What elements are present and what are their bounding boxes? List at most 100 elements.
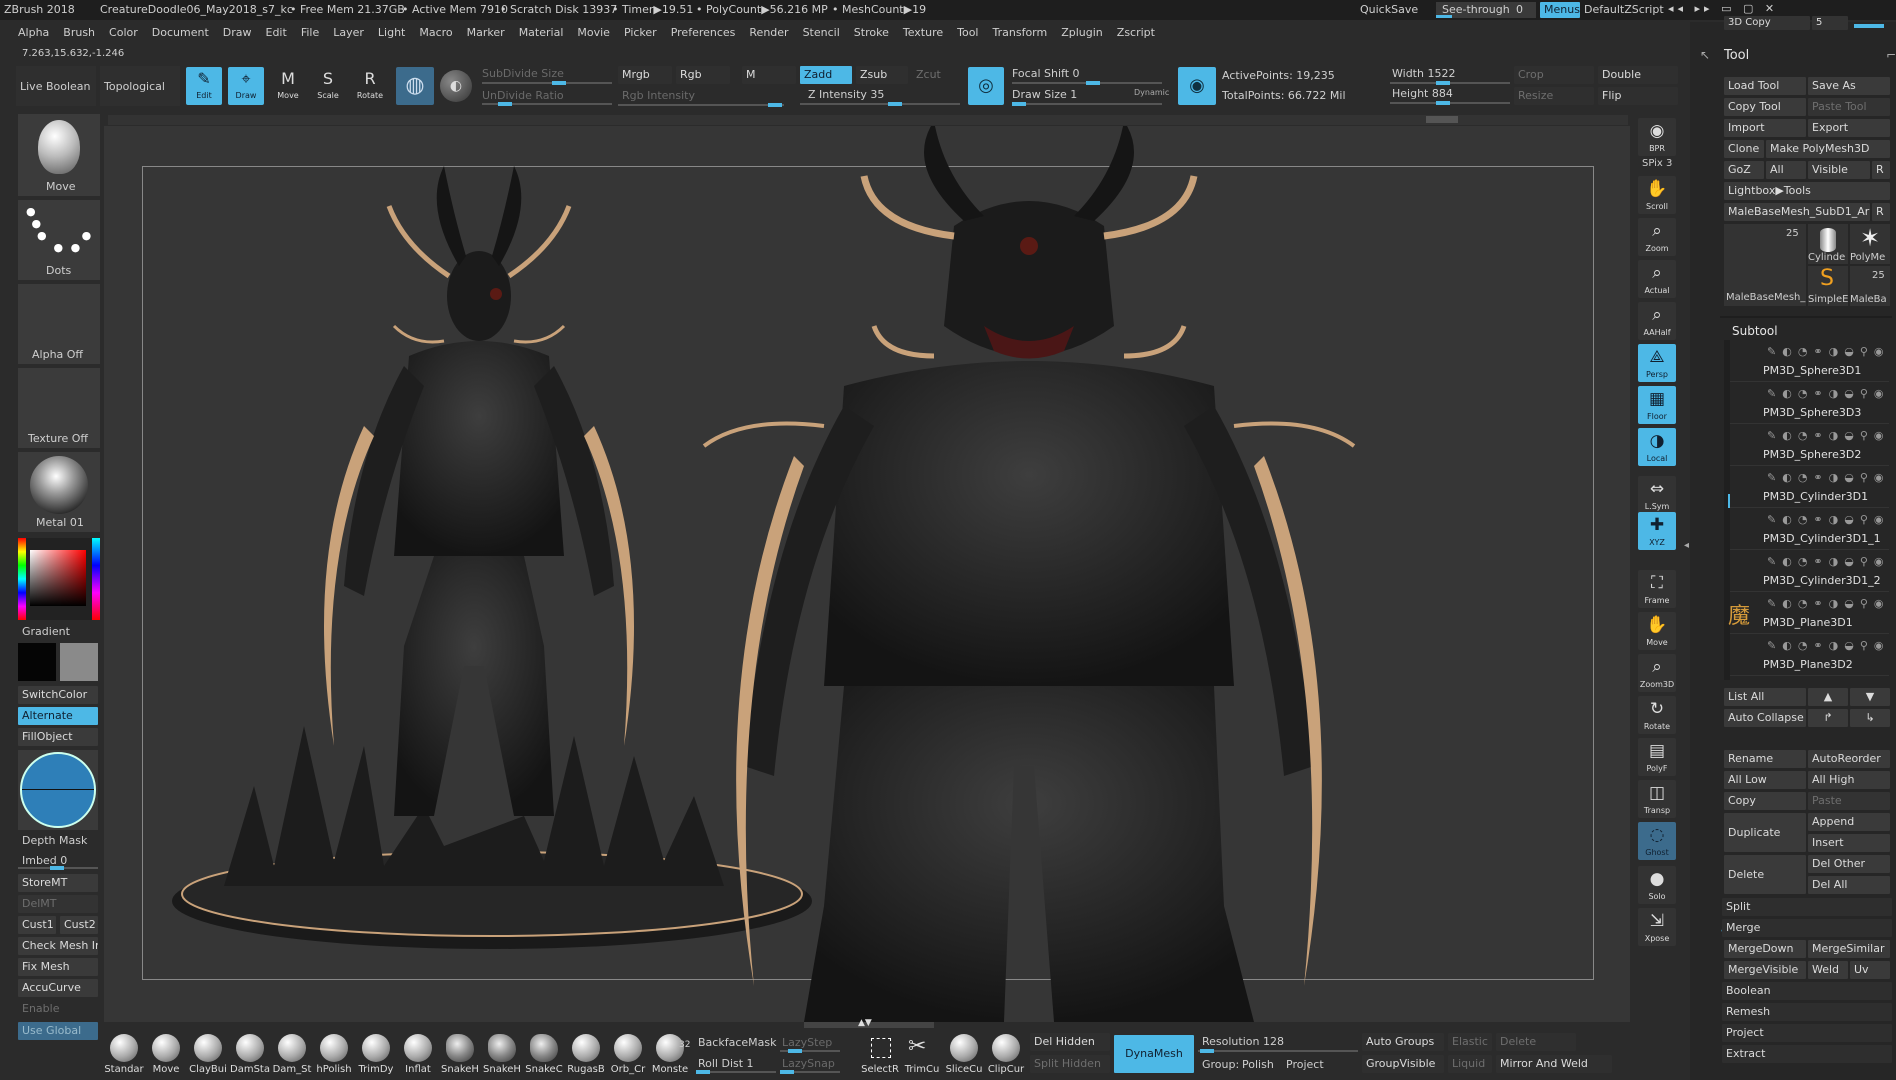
brush-damsta[interactable]: DamSta [230, 1032, 270, 1076]
goz-all-button[interactable]: All [1766, 161, 1806, 179]
lazysnap-slider[interactable] [780, 1070, 840, 1074]
liquid-button[interactable]: Liquid [1448, 1055, 1492, 1073]
texture-slot[interactable]: Texture Off [18, 368, 100, 448]
view-scroll-button[interactable]: ✋ Scroll [1638, 176, 1676, 214]
main-color-swatch[interactable] [18, 643, 56, 681]
imbed-slider[interactable] [18, 866, 98, 870]
tool-thumb-polymesh[interactable]: ✶ PolyMe [1850, 224, 1890, 264]
zadd-button[interactable]: Zadd [800, 66, 852, 84]
goz-button[interactable]: GoZ [1724, 161, 1764, 179]
hue-strip[interactable] [18, 538, 26, 620]
view-actual-button[interactable]: ⌕ Actual [1638, 260, 1676, 298]
storemt-button[interactable]: StoreMT [18, 874, 98, 892]
quicksave-button[interactable]: QuickSave [1360, 3, 1418, 16]
view-bpr-button[interactable]: ◉ BPR [1638, 118, 1676, 156]
view-zoom3d-button[interactable]: ⌕ Zoom3D [1638, 654, 1676, 692]
view-l-sym-button[interactable]: ⇔ L.Sym [1638, 476, 1676, 514]
menu-layer[interactable]: Layer [333, 26, 364, 39]
all-low-button[interactable]: All Low [1724, 771, 1806, 789]
mergevisible-button[interactable]: MergeVisible [1724, 961, 1806, 979]
brush-snakeh[interactable]: SnakeH [482, 1032, 522, 1076]
subtool-toggle-icons[interactable]: ✎◐◔⚭◑◒⚲◉ [1767, 387, 1887, 401]
scale-mode-button[interactable]: S Scale [310, 67, 346, 105]
list-all-button[interactable]: List All [1724, 688, 1806, 706]
del-all-button[interactable]: Del All [1808, 876, 1890, 894]
depth-mask-preview[interactable] [18, 750, 98, 830]
subtool-toggle-icons[interactable]: ✎◐◔⚭◑◒⚲◉ [1767, 513, 1887, 527]
current-tool-name[interactable]: MaleBaseMesh_SubD1_Arm [1724, 203, 1870, 221]
menu-macro[interactable]: Macro [419, 26, 452, 39]
rgb-button[interactable]: Rgb [676, 66, 730, 84]
view-zoom-button[interactable]: ⌕ Zoom [1638, 218, 1676, 256]
view-xpose-button[interactable]: ⇲ Xpose [1638, 908, 1676, 946]
subtool-row[interactable]: ✎◐◔⚭◑◒⚲◉ PM3D_Sphere3D3 [1727, 384, 1889, 424]
lazystep-slider[interactable] [780, 1049, 840, 1053]
clone-button[interactable]: Clone [1724, 140, 1764, 158]
alternate-button[interactable]: Alternate [18, 707, 98, 725]
tool-thumb-simplebrush[interactable]: S SimpleE [1808, 266, 1848, 306]
delete-button[interactable]: Delete [1496, 1033, 1576, 1051]
stroke-slot[interactable]: ● ● ● ● ● ● Dots [18, 200, 100, 280]
3d-copy-value[interactable]: 5 [1812, 16, 1848, 30]
view-local-button[interactable]: ◑ Local [1638, 428, 1676, 466]
alpha-slot[interactable]: Alpha Off [18, 284, 100, 364]
insert-button[interactable]: Insert [1808, 834, 1890, 852]
view-transp-button[interactable]: ◫ Transp [1638, 780, 1676, 818]
view-aahalf-button[interactable]: ⌕ AAHalf [1638, 302, 1676, 340]
doc-width-slider[interactable] [1390, 81, 1510, 85]
topological-button[interactable]: Topological [100, 66, 180, 106]
shelf-scroll-handle[interactable] [1426, 116, 1458, 123]
switchcolor-button[interactable]: SwitchColor [18, 686, 98, 704]
view-persp-button[interactable]: ⟁ Persp [1638, 344, 1676, 382]
project-section[interactable]: Project [1722, 1024, 1892, 1042]
edit-button[interactable]: ✎ Edit [186, 67, 222, 105]
resize-button[interactable]: Resize [1514, 87, 1594, 105]
flip-button[interactable]: Flip [1598, 87, 1678, 105]
color-picker[interactable] [18, 538, 100, 620]
hue-strip-right[interactable] [92, 538, 100, 620]
cust2-button[interactable]: Cust2 [60, 916, 98, 934]
view-rotate-button[interactable]: ↻ Rotate [1638, 696, 1676, 734]
menu-marker[interactable]: Marker [467, 26, 505, 39]
weld-button[interactable]: Weld [1808, 961, 1848, 979]
tool-thumb-cylinder[interactable]: Cylinde [1808, 224, 1848, 264]
brush-standar[interactable]: Standar [104, 1032, 144, 1076]
undivide-ratio-slider[interactable] [482, 102, 612, 106]
live-boolean-button[interactable]: Live Boolean [16, 66, 96, 106]
lightbox-tools-button[interactable]: Lightbox▶Tools [1724, 182, 1890, 200]
append-button[interactable]: Append [1808, 813, 1890, 831]
project-toggle[interactable]: Project [1286, 1058, 1324, 1071]
menus-button[interactable]: Menus [1540, 2, 1580, 18]
subtool-row[interactable]: ✎◐◔⚭◑◒⚲◉ PM3D_Sphere3D2 [1727, 426, 1889, 466]
view-xyz-button[interactable]: ✚ XYZ [1638, 512, 1676, 550]
cust1-button[interactable]: Cust1 [18, 916, 56, 934]
spix-label[interactable]: SPix 3 [1642, 158, 1672, 169]
menu-transform[interactable]: Transform [993, 26, 1048, 39]
menu-material[interactable]: Material [519, 26, 564, 39]
menu-alpha[interactable]: Alpha [18, 26, 49, 39]
crop-button[interactable]: Crop [1514, 66, 1594, 84]
rename-button[interactable]: Rename [1724, 750, 1806, 768]
sculptris-pro-icon[interactable]: ◍ [396, 67, 434, 105]
subtool-row[interactable]: ✎◐◔⚭◑◒⚲◉ PM3D_Cylinder3D1 [1727, 468, 1889, 508]
view-frame-button[interactable]: ⛶ Frame [1638, 570, 1676, 608]
draw-size-icon[interactable]: ◉ [1178, 67, 1216, 105]
split-hidden-button[interactable]: Split Hidden [1030, 1055, 1110, 1073]
menu-document[interactable]: Document [152, 26, 209, 39]
trimcurve-brush[interactable]: ✂ TrimCu [902, 1032, 942, 1076]
pin-icon[interactable]: ⌐ [1886, 48, 1896, 62]
menu-brush[interactable]: Brush [63, 26, 95, 39]
move-mode-button[interactable]: M Move [270, 67, 306, 105]
z-intensity-slider[interactable] [800, 102, 960, 106]
menu-tool[interactable]: Tool [957, 26, 978, 39]
goz-r-button[interactable]: R [1872, 161, 1890, 179]
del-other-button[interactable]: Del Other [1808, 855, 1890, 873]
view-solo-button[interactable]: ● Solo [1638, 866, 1676, 904]
bottom-shelf-collapse-icon[interactable]: ▲▼ [858, 1018, 872, 1028]
make-polymesh-button[interactable]: Make PolyMesh3D [1766, 140, 1890, 158]
autoreorder-button[interactable]: AutoReorder [1808, 750, 1890, 768]
menu-edit[interactable]: Edit [266, 26, 287, 39]
draw-size-slider[interactable] [1012, 102, 1162, 106]
zsub-button[interactable]: Zsub [856, 66, 908, 84]
brush-rugasb[interactable]: RugasB [566, 1032, 606, 1076]
